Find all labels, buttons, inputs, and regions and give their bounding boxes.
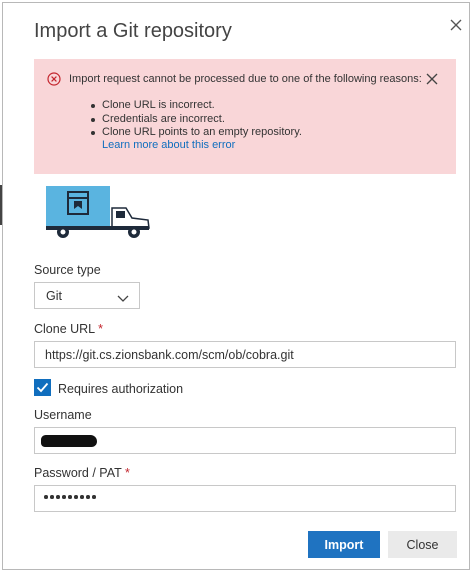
password-dot — [74, 495, 78, 499]
source-type-select[interactable]: Git — [34, 282, 140, 309]
clone-url-label: Clone URL * — [34, 322, 103, 336]
clone-url-label-text: Clone URL — [34, 322, 95, 336]
password-mask — [44, 495, 96, 499]
required-marker: * — [98, 322, 104, 336]
username-label: Username — [34, 408, 92, 422]
requires-authorization-label: Requires authorization — [58, 382, 184, 396]
dismiss-error-icon[interactable] — [425, 72, 439, 86]
close-icon[interactable] — [447, 16, 465, 34]
source-type-value: Git — [46, 289, 62, 303]
required-marker: * — [125, 466, 130, 480]
password-dot — [68, 495, 72, 499]
password-dot — [44, 495, 48, 499]
error-heading: Import request cannot be processed due t… — [69, 73, 422, 85]
requires-authorization-checkbox[interactable] — [34, 379, 51, 396]
password-dot — [86, 495, 90, 499]
close-button[interactable]: Close — [388, 531, 457, 558]
password-dot — [62, 495, 66, 499]
chevron-down-icon — [117, 291, 129, 302]
clone-url-input[interactable] — [34, 341, 456, 368]
source-type-label: Source type — [34, 263, 101, 277]
password-dot — [56, 495, 60, 499]
error-reasons: Clone URL is incorrect. Credentials are … — [91, 99, 302, 140]
password-dot — [50, 495, 54, 499]
truck-illustration — [46, 184, 152, 240]
error-banner: Import request cannot be processed due t… — [34, 59, 456, 174]
redacted-username — [41, 435, 97, 447]
list-item: Credentials are incorrect. — [91, 113, 302, 127]
password-dot — [80, 495, 84, 499]
divider — [0, 185, 2, 225]
error-icon — [47, 72, 61, 86]
list-item: Clone URL is incorrect. — [91, 99, 302, 113]
username-input[interactable] — [34, 427, 456, 454]
password-input[interactable] — [34, 485, 456, 512]
import-button[interactable]: Import — [308, 531, 380, 558]
dialog-title: Import a Git repository — [34, 20, 232, 42]
password-label: Password / PAT * — [34, 466, 130, 480]
import-dialog: Import a Git repository Import request c… — [2, 2, 470, 570]
password-dot — [92, 495, 96, 499]
password-label-text: Password / PAT — [34, 466, 122, 480]
learn-more-link[interactable]: Learn more about this error — [102, 139, 235, 151]
list-item: Clone URL points to an empty repository. — [91, 126, 302, 138]
